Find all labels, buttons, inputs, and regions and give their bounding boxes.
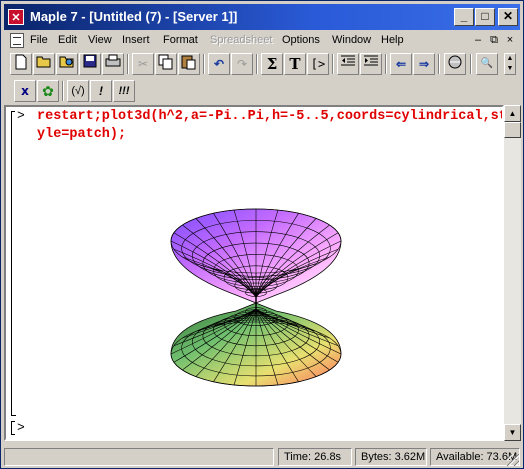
open-icon[interactable] (33, 53, 55, 75)
menu-window[interactable]: Window (332, 34, 371, 46)
input-icon[interactable]: [> (307, 53, 329, 75)
forward-icon[interactable]: ⇒ (413, 53, 435, 75)
menu-spreadsheet: Spreadsheet (210, 34, 273, 46)
empty-group-bracket[interactable] (11, 421, 15, 435)
status-time: Time: 26.8s (278, 448, 352, 466)
menu-insert[interactable]: Insert (122, 34, 150, 46)
doc-close-button[interactable]: × (502, 33, 518, 48)
empty-prompt[interactable]: > (17, 420, 25, 435)
plot-surface (170, 208, 342, 387)
command-input[interactable]: restart;plot3d(h^2,a=-Pi..Pi,h=-5..5,coo… (37, 108, 502, 144)
back-icon[interactable]: ⇐ (390, 53, 412, 75)
status-bytes: Bytes: 3.62M (355, 448, 427, 466)
status-message (4, 448, 274, 466)
context-toolbar: x ✿ (√) ! !!! (4, 78, 520, 104)
maximize-button[interactable]: □ (475, 8, 495, 26)
print-icon[interactable] (102, 53, 124, 75)
sum-icon[interactable]: Σ (261, 53, 283, 75)
zoom-icon[interactable]: 🔍 (476, 53, 498, 75)
outdent-icon[interactable] (337, 53, 359, 75)
vertical-scrollbar[interactable]: ▲ ▼ (504, 105, 521, 441)
paste-icon[interactable] (178, 53, 200, 75)
save-icon[interactable] (79, 53, 101, 75)
document-icon[interactable] (10, 33, 24, 48)
menu-edit[interactable]: Edit (58, 34, 77, 46)
execution-group-bracket[interactable] (11, 111, 16, 416)
redo-icon[interactable]: ↷ (231, 53, 253, 75)
doc-minimize-button[interactable]: – (470, 33, 486, 48)
indent-icon[interactable] (360, 53, 382, 75)
worksheet-area[interactable]: > restart;plot3d(h^2,a=-Pi..Pi,h=-5..5,c… (4, 105, 504, 441)
menu-options[interactable]: Options (282, 34, 320, 46)
maple-x-icon[interactable]: ✕ (8, 9, 24, 25)
close-button[interactable]: ✕ (498, 8, 518, 26)
menu-bar: File Edit View Insert Format Spreadsheet… (4, 31, 520, 51)
input-prompt: > (17, 108, 25, 123)
window-title: Maple 7 - [Untitled (7) - [Server 1]] (30, 9, 238, 24)
undo-icon[interactable]: ↶ (208, 53, 230, 75)
scroll-up-icon[interactable]: ▲ (504, 105, 521, 122)
minimize-button[interactable]: _ (454, 8, 474, 26)
execute-icon[interactable]: (√) (67, 80, 89, 102)
open-url-icon[interactable] (56, 53, 78, 75)
doc-restore-button[interactable]: ⧉ (486, 33, 502, 48)
restart-icon[interactable]: ✿ (37, 80, 59, 102)
title-bar[interactable]: ✕ Maple 7 - [Untitled (7) - [Server 1]] … (4, 4, 520, 30)
main-toolbar: ✂ ↶ ↷ Σ T [> ⇐ ⇒ 🔍 ▲ ▼ (4, 51, 520, 77)
new-icon[interactable] (10, 53, 32, 75)
execute-selection-icon[interactable]: ! (90, 80, 112, 102)
menu-view[interactable]: View (88, 34, 112, 46)
interrupt-icon[interactable]: x (14, 80, 36, 102)
scroll-thumb[interactable] (504, 122, 521, 138)
cut-icon[interactable]: ✂ (132, 53, 154, 75)
text-icon[interactable]: T (284, 53, 306, 75)
status-bar: Time: 26.8s Bytes: 3.62M Available: 73.6… (4, 445, 520, 467)
scroll-down-icon[interactable]: ▼ (504, 424, 521, 441)
maple-window: ✕ Maple 7 - [Untitled (7) - [Server 1]] … (0, 0, 524, 469)
stop-icon[interactable] (444, 53, 466, 75)
resize-grip[interactable] (507, 454, 519, 466)
3d-plot-icon[interactable] (166, 191, 346, 416)
copy-icon[interactable] (155, 53, 177, 75)
execute-all-icon[interactable]: !!! (113, 80, 135, 102)
toolbar-scroll-icon[interactable]: ▲ ▼ (504, 53, 516, 75)
menu-format[interactable]: Format (163, 34, 198, 46)
menu-file[interactable]: File (30, 34, 48, 46)
menu-help[interactable]: Help (381, 34, 404, 46)
